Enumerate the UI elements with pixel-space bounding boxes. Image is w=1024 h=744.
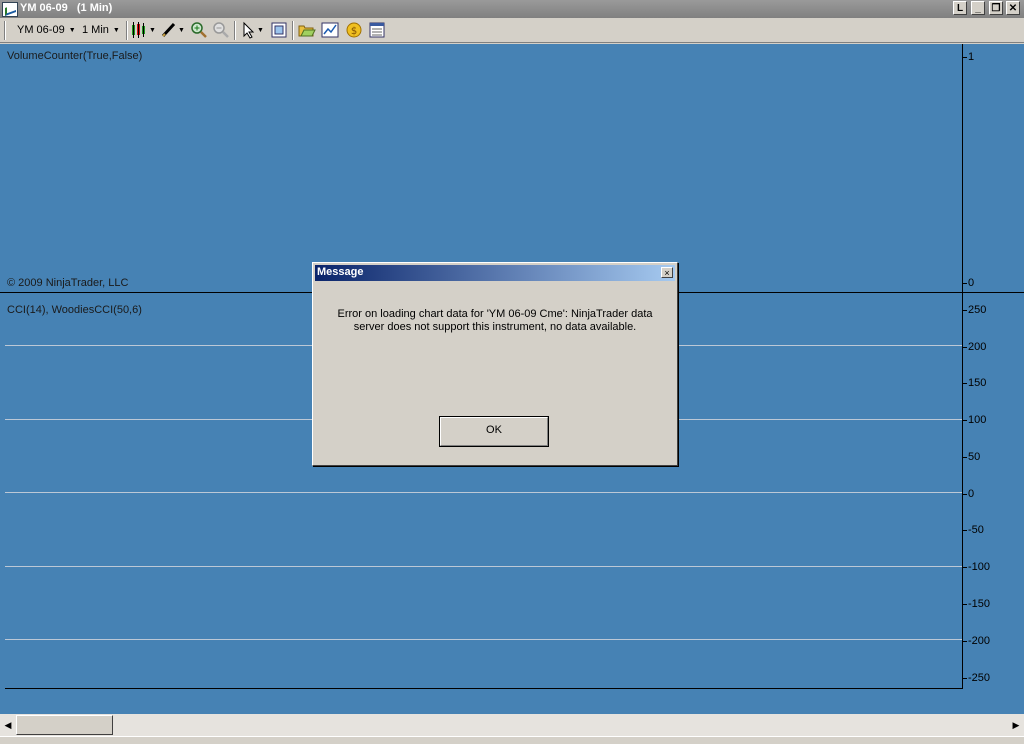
y-tick	[963, 310, 967, 311]
minimize-button[interactable]: _	[971, 1, 985, 15]
zoom-out-icon[interactable]	[212, 21, 230, 39]
y-tick-label: 250	[968, 304, 987, 316]
y-tick	[963, 57, 967, 58]
y-tick	[963, 420, 967, 421]
y-tick	[963, 283, 967, 284]
dialog-title: Message	[317, 266, 364, 278]
cci-panel-label: CCI(14), WoodiesCCI(50,6)	[7, 304, 142, 316]
y-tick-label: 200	[968, 341, 987, 353]
y-tick-label: -100	[968, 561, 991, 573]
window-title: YM 06-09 (1 Min)	[20, 2, 113, 14]
zoom-in-icon[interactable]	[190, 21, 208, 39]
scroll-left-arrow-icon[interactable]: ◀	[1, 716, 15, 734]
chart-toolbar: YM 06-09 ▼ 1 Min ▼ ▼ ▼ ▼ $	[0, 18, 1024, 43]
y-tick	[963, 567, 967, 568]
y-tick-label: -250	[968, 672, 991, 684]
y-tick-label: -150	[968, 598, 991, 610]
dialog-titlebar[interactable]: Message ×	[315, 265, 675, 281]
ok-button-label: OK	[486, 424, 502, 436]
data-box-icon[interactable]	[368, 21, 386, 39]
window-titlebar: YM 06-09 (1 Min) L _ ❐ ✕	[0, 0, 1024, 18]
volume-panel-label: VolumeCounter(True,False)	[7, 50, 143, 62]
dialog-message: Error on loading chart data for 'YM 06-0…	[337, 308, 653, 333]
horizontal-scrollbar[interactable]: ◀ ▶	[0, 714, 1024, 736]
interval-label: 1 Min	[82, 24, 109, 36]
candlestick-icon[interactable]	[131, 21, 149, 39]
pencil-icon[interactable]	[160, 21, 178, 39]
cursor-icon[interactable]	[240, 21, 258, 39]
toolbar-separator	[126, 21, 128, 40]
restore-button[interactable]: ❐	[989, 1, 1003, 15]
y-tick	[963, 347, 967, 348]
dialog-close-icon[interactable]: ×	[661, 267, 673, 278]
message-dialog: Message × Error on loading chart data fo…	[312, 262, 678, 466]
y-tick	[963, 678, 967, 679]
gridline	[5, 492, 962, 493]
toolbar-separator	[292, 21, 294, 40]
chevron-down-icon: ▼	[68, 27, 76, 34]
y-tick-label: 1	[968, 51, 975, 63]
y-axis-line	[962, 44, 963, 689]
chart-properties-icon[interactable]	[270, 21, 288, 39]
y-tick-label: 150	[968, 377, 987, 389]
chevron-down-icon[interactable]: ▼	[149, 22, 156, 39]
interval-selector[interactable]: 1 Min ▼	[82, 22, 120, 39]
toolbar-grip	[4, 21, 6, 40]
line-chart-icon[interactable]	[321, 21, 339, 39]
gridline	[5, 566, 962, 567]
gridline	[5, 639, 962, 640]
chevron-down-icon[interactable]: ▼	[178, 22, 185, 39]
open-folder-icon[interactable]	[298, 21, 316, 39]
y-tick-label: -50	[968, 524, 984, 536]
y-tick	[963, 530, 967, 531]
copyright-text: © 2009 NinjaTrader, LLC	[7, 277, 129, 289]
y-tick	[963, 604, 967, 605]
y-tick-label: 100	[968, 414, 987, 426]
instrument-label: YM 06-09	[17, 24, 65, 36]
chevron-down-icon[interactable]: ▼	[257, 22, 264, 39]
close-button[interactable]: ✕	[1006, 1, 1020, 15]
y-tick-label: 50	[968, 451, 981, 463]
y-tick	[963, 494, 967, 495]
instrument-selector[interactable]: YM 06-09 ▼	[17, 22, 76, 39]
plot-bottom-border	[5, 688, 963, 689]
chart-app-icon	[2, 2, 18, 17]
y-tick	[963, 383, 967, 384]
link-button[interactable]: L	[953, 1, 967, 15]
chevron-down-icon: ▼	[112, 27, 120, 34]
y-tick	[963, 457, 967, 458]
scroll-right-arrow-icon[interactable]: ▶	[1009, 716, 1023, 734]
scroll-thumb[interactable]	[16, 715, 113, 735]
y-tick-label: -200	[968, 635, 991, 647]
coin-icon[interactable]: $	[345, 21, 363, 39]
y-tick-label: 0	[968, 488, 975, 500]
svg-text:$: $	[351, 26, 357, 37]
toolbar-separator	[234, 21, 236, 40]
y-tick	[963, 641, 967, 642]
ok-button[interactable]: OK	[439, 416, 549, 447]
y-tick-label: 0	[968, 277, 975, 289]
